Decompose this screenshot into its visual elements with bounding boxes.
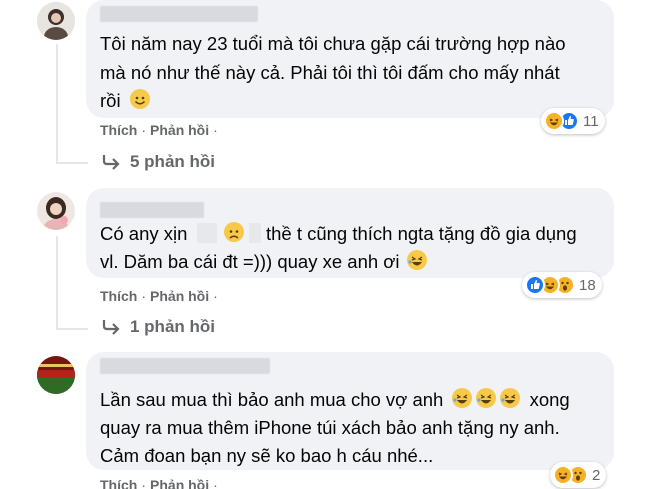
haha-icon [544, 111, 564, 131]
comment-text: Cảm đoan bạn ny sẽ ko bao h cáu nhé... [100, 441, 433, 470]
reaction-summary[interactable]: 11 [541, 108, 605, 134]
comment-text: quay ra mua thêm iPhone túi xách bảo anh… [100, 413, 560, 442]
comment-text: rồi [100, 86, 150, 115]
reaction-count: 2 [592, 466, 601, 484]
redacted-text-block [196, 223, 217, 243]
comment-text-line-1-start: Có any xịn [100, 223, 188, 244]
like-link[interactable]: Thích [100, 288, 137, 304]
comment-text-line-3: rồi [100, 90, 121, 111]
profile-photo [37, 2, 75, 40]
like-icon [525, 275, 545, 295]
separator-dot: · [141, 477, 147, 489]
replies-count-label: 5 phản hồi [130, 152, 215, 171]
separator-dot: · [213, 288, 218, 304]
avatar[interactable] [37, 192, 75, 230]
comment-text-line-1-end: xong [529, 389, 570, 410]
comment-text: Tôi năm nay 23 tuổi mà tôi chưa gặp cái … [100, 29, 566, 58]
reaction-summary[interactable]: 18 [522, 272, 602, 298]
comment-actions: Thích · Phản hồi · [100, 477, 222, 489]
separator-dot: · [141, 122, 147, 138]
reaction-count: 18 [579, 276, 596, 294]
comment-text: mà nó như thế này cả. Phải tôi thì tôi đ… [100, 58, 560, 87]
rofl-emoji-icon [406, 250, 427, 270]
reply-link[interactable]: Phản hồi [150, 122, 209, 138]
commenter-name-redacted[interactable] [100, 358, 270, 374]
rofl-emoji-icon [476, 388, 497, 408]
comment-actions: Thích · Phản hồi · [100, 288, 222, 304]
comment-text-line-2: mà nó như thế này cả. Phải tôi thì tôi đ… [100, 62, 560, 83]
redacted-text-block [248, 223, 261, 243]
comment-text-line-1-end: thề t cũng thích ngta tặng đồ gia dụng [265, 223, 577, 244]
comment-text-line-3: Cảm đoan bạn ny sẽ ko bao h cáu nhé... [100, 445, 434, 466]
avatar[interactable] [37, 356, 75, 394]
profile-photo [37, 192, 75, 230]
smile-emoji-icon [129, 89, 150, 109]
comment-text: Có any xịn thề t cũng thích ngta tặng đồ… [100, 219, 577, 248]
comment-actions: Thích · Phản hồi · [100, 122, 222, 138]
thread-line-2 [56, 236, 58, 330]
view-replies-link[interactable]: 1 phản hồi [102, 317, 215, 337]
separator-dot: · [141, 288, 147, 304]
avatar[interactable] [37, 2, 75, 40]
reply-arrow-icon [102, 320, 120, 335]
haha-icon [553, 465, 573, 485]
reply-link[interactable]: Phản hồi [150, 477, 209, 489]
thread-line-1-hook [56, 162, 88, 164]
comment-text-line-1-start: Lần sau mua thì bảo anh mua cho vợ anh [100, 389, 444, 410]
comment-text: vl. Dăm ba cái đt =))) quay xe anh ơi [100, 247, 427, 276]
reaction-count: 11 [583, 112, 599, 130]
profile-photo [37, 356, 75, 394]
separator-dot: · [213, 122, 218, 138]
comment-text-line-2: quay ra mua thêm iPhone túi xách bảo anh… [100, 417, 560, 438]
reaction-summary[interactable]: 2 [550, 462, 607, 488]
comment-text-line-1: Tôi năm nay 23 tuổi mà tôi chưa gặp cái … [100, 33, 566, 54]
replies-count-label: 1 phản hồi [130, 317, 215, 336]
sad-emoji-icon [223, 222, 244, 242]
comment-text: Lần sau mua thì bảo anh mua cho vợ anh x… [100, 385, 570, 414]
reply-arrow-icon [102, 155, 120, 170]
separator-dot: · [213, 477, 218, 489]
rofl-emoji-icon [452, 388, 473, 408]
thread-line-1 [56, 44, 58, 164]
like-link[interactable]: Thích [100, 477, 137, 489]
reply-link[interactable]: Phản hồi [150, 288, 209, 304]
like-link[interactable]: Thích [100, 122, 137, 138]
rofl-emoji-icon [500, 388, 521, 408]
thread-line-2-hook [56, 328, 88, 330]
commenter-name-redacted[interactable] [100, 202, 204, 218]
view-replies-link[interactable]: 5 phản hồi [102, 152, 215, 172]
commenter-name-redacted[interactable] [100, 6, 258, 22]
comment-text-line-2: vl. Dăm ba cái đt =))) quay xe anh ơi [100, 251, 400, 272]
